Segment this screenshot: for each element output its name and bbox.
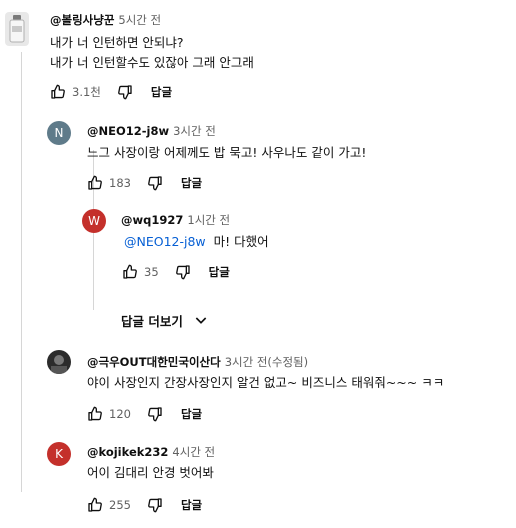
comment-actions: 35 답글	[120, 262, 230, 282]
bottle-image	[9, 15, 25, 43]
author-name[interactable]: @볼링사냥꾼	[50, 13, 114, 27]
thread-line-main	[21, 52, 22, 492]
comment-time[interactable]: 5시간 전	[118, 13, 161, 27]
avatar-letter: N	[54, 126, 64, 140]
thumbs-down-icon[interactable]	[145, 495, 165, 515]
comment-time[interactable]: 1시간 전	[187, 213, 230, 227]
like-count: 3.1천	[72, 85, 101, 99]
author-name[interactable]: @극우OUT대한민국이산다	[87, 355, 221, 369]
avatar[interactable]: W	[82, 209, 106, 233]
comment-actions: 255 답글	[85, 495, 202, 515]
reply-button[interactable]: 답글	[181, 406, 202, 422]
comment-author[interactable]: @kojikek232 4시간 전	[87, 444, 215, 460]
thumbs-down-icon[interactable]	[173, 262, 193, 282]
thread-connector	[21, 120, 45, 134]
thumbs-up-icon[interactable]	[85, 173, 105, 193]
thumbs-up-icon[interactable]	[120, 262, 140, 282]
comment-text: 야이 사장인지 간장사장인지 알건 없고~ 비즈니스 태워줘~~~ ㅋㅋ	[87, 375, 445, 390]
chevron-down-icon	[191, 310, 211, 330]
comment-text: 어이 김대리 안경 벗어봐	[87, 465, 214, 480]
like-count: 120	[109, 407, 131, 421]
more-replies-button[interactable]: 답글 더보기	[121, 310, 211, 330]
reply-button[interactable]: 답글	[181, 175, 202, 191]
mention-link[interactable]: @NEO12-j8w	[124, 234, 206, 249]
comment-time[interactable]: 3시간 전	[173, 124, 216, 138]
thumbs-down-icon[interactable]	[115, 82, 135, 102]
comment-author[interactable]: @NEO12-j8w 3시간 전	[87, 123, 216, 139]
more-replies-label: 답글 더보기	[121, 313, 183, 329]
avatar[interactable]	[5, 12, 29, 46]
comment-line: 내가 너 인턴할수도 있잖아 그래 안그래	[50, 55, 254, 70]
author-name[interactable]: @NEO12-j8w	[87, 124, 169, 138]
thumbs-down-icon[interactable]	[145, 404, 165, 424]
reply-button[interactable]: 답글	[181, 497, 202, 513]
comment-author[interactable]: @극우OUT대한민국이산다 3시간 전(수정됨)	[87, 354, 308, 370]
comment-text: 내가 너 인턴하면 안되냐? 내가 너 인턴할수도 있잖아 그래 안그래	[50, 33, 254, 73]
comment-line: 내가 너 인턴하면 안되냐?	[50, 35, 184, 50]
comment-author[interactable]: @볼링사냥꾼 5시간 전	[50, 12, 161, 28]
thumbs-down-icon[interactable]	[145, 173, 165, 193]
comment-text: @NEO12-j8w 마! 다했어	[124, 232, 269, 252]
avatar-letter: W	[88, 214, 100, 228]
dark-photo	[51, 355, 67, 374]
thumbs-up-icon[interactable]	[85, 495, 105, 515]
author-name[interactable]: @wq1927	[121, 213, 183, 227]
comment-body: 마! 다했어	[213, 234, 269, 249]
like-count: 35	[144, 265, 159, 279]
thumbs-up-icon[interactable]	[48, 82, 68, 102]
comment-time[interactable]: 3시간 전(수정됨)	[225, 355, 308, 369]
like-count: 183	[109, 176, 131, 190]
avatar-letter: K	[55, 447, 63, 461]
comment-actions: 3.1천 답글	[48, 82, 172, 102]
reply-button[interactable]: 답글	[209, 264, 230, 280]
like-count: 255	[109, 498, 131, 512]
avatar[interactable]: N	[47, 121, 71, 145]
comment-actions: 183 답글	[85, 173, 202, 193]
comment-time[interactable]: 4시간 전	[172, 445, 215, 459]
comment-text: 느그 사장이랑 어제께도 밥 묵고! 사우나도 같이 가고!	[87, 145, 367, 160]
avatar[interactable]	[47, 350, 71, 374]
comment-author[interactable]: @wq1927 1시간 전	[121, 212, 230, 228]
author-name[interactable]: @kojikek232	[87, 445, 168, 459]
reply-button[interactable]: 답글	[151, 84, 172, 100]
avatar[interactable]: K	[47, 442, 71, 466]
comment-actions: 120 답글	[85, 404, 202, 424]
thumbs-up-icon[interactable]	[85, 404, 105, 424]
